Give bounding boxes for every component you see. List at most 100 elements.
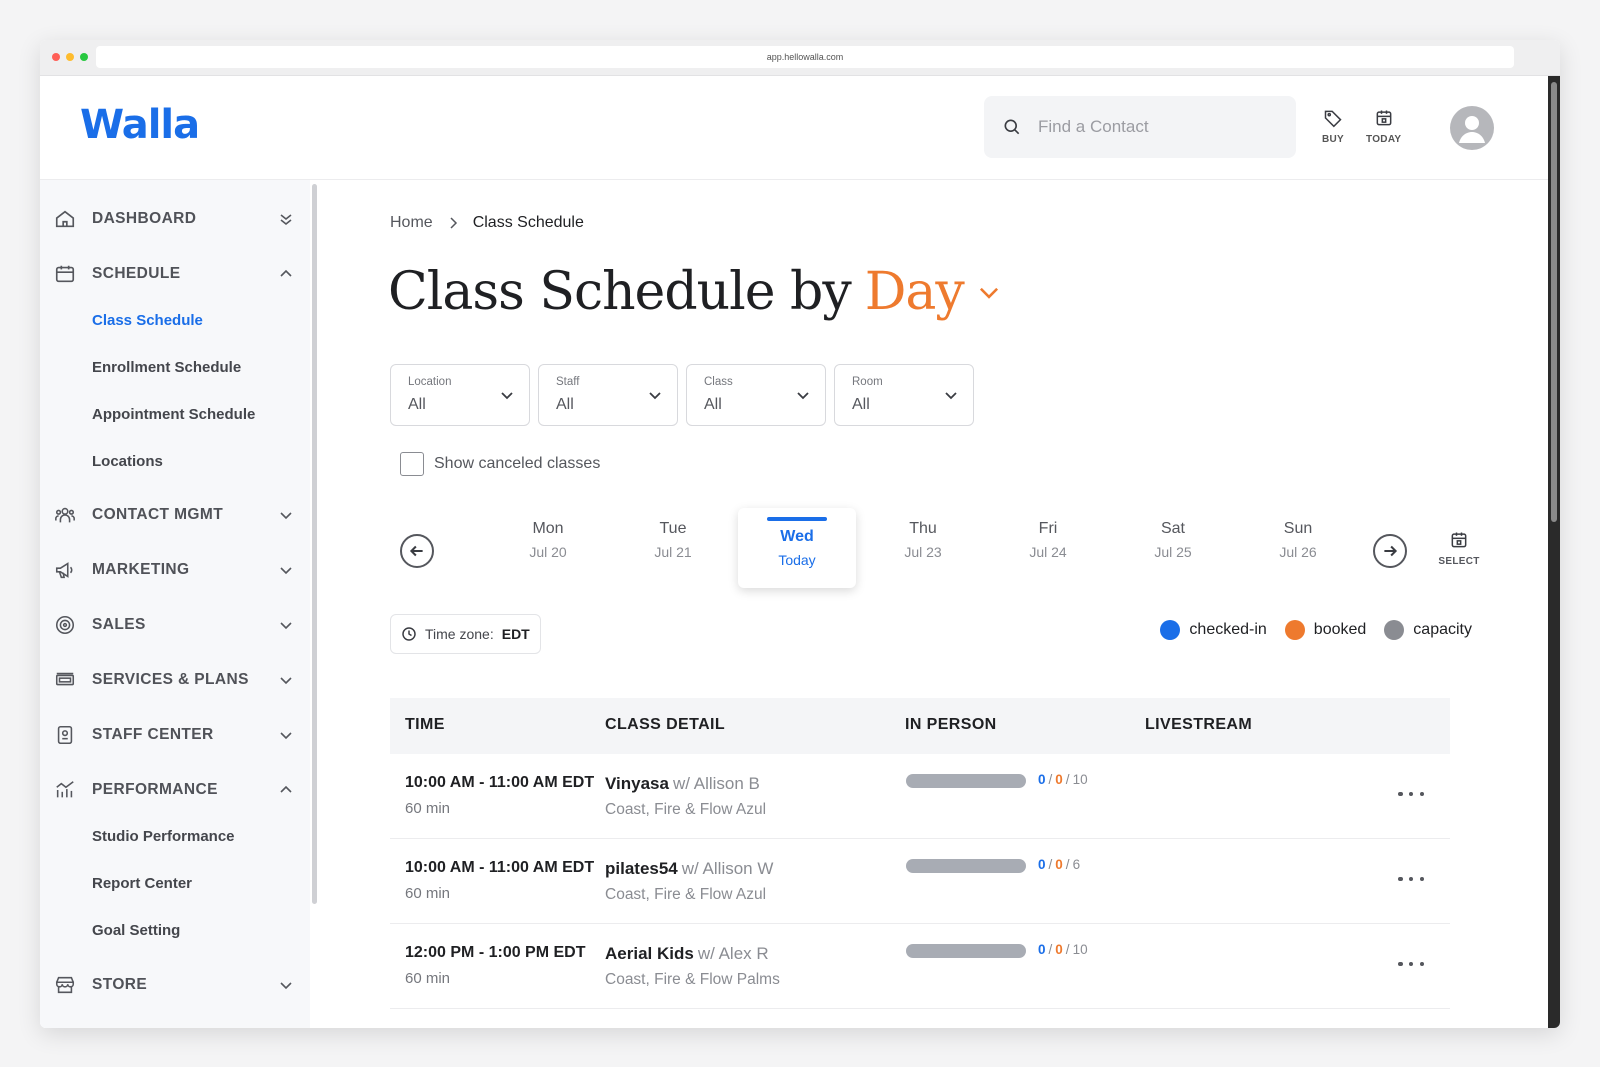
table-row[interactable]: 10:00 AM - 11:00 AM EDT 60 min Vinyasa w/… (390, 754, 1450, 839)
day-mon[interactable]: Mon Jul 20 (498, 520, 598, 560)
nav-contact-mgmt[interactable]: CONTACT MGMT (54, 500, 300, 530)
maximize-window-button[interactable] (80, 53, 88, 61)
today-button[interactable]: TODAY (1366, 108, 1401, 145)
day-sat[interactable]: Sat Jul 25 (1123, 520, 1223, 560)
day-thu[interactable]: Thu Jul 23 (873, 520, 973, 560)
chevron-up-icon (280, 269, 292, 277)
class-duration: 60 min (405, 800, 451, 817)
select-date-button[interactable]: SELECT (1434, 530, 1484, 567)
room-filter[interactable]: Room All (834, 364, 974, 426)
chevron-up-icon (280, 785, 292, 793)
nav-dashboard[interactable]: DASHBOARD (54, 204, 300, 234)
attendance-count: 0/0/10 (1038, 942, 1088, 957)
chevron-down-icon (649, 392, 661, 400)
timezone-label: Time zone: (425, 626, 494, 642)
class-filter[interactable]: Class All (686, 364, 826, 426)
class-name[interactable]: pilates54 (605, 859, 678, 878)
nav-sales[interactable]: SALES (54, 610, 300, 640)
column-header-time: TIME (405, 716, 445, 733)
tag-icon (1324, 110, 1342, 128)
class-name[interactable]: Aerial Kids (605, 944, 694, 963)
nav-marketing-label: MARKETING (92, 561, 190, 578)
staff-filter[interactable]: Staff All (538, 364, 678, 426)
sidebar-item-class-schedule[interactable]: Class Schedule (92, 312, 203, 329)
nav-performance[interactable]: PERFORMANCE (54, 775, 300, 805)
day-wed-selected[interactable]: Wed Today (738, 508, 856, 588)
nav-schedule[interactable]: SCHEDULE (54, 259, 300, 289)
user-avatar[interactable] (1450, 106, 1494, 150)
chevron-down-icon (945, 392, 957, 400)
legend-capacity: capacity (1384, 620, 1472, 640)
close-window-button[interactable] (52, 53, 60, 61)
address-bar[interactable]: app.hellowalla.com (96, 46, 1514, 68)
nav-dashboard-label: DASHBOARD (92, 210, 197, 227)
sidebar-item-enrollment-schedule[interactable]: Enrollment Schedule (92, 359, 241, 376)
sidebar-item-goal-setting[interactable]: Goal Setting (92, 922, 180, 939)
row-more-button[interactable] (1398, 784, 1424, 804)
breadcrumb-current: Class Schedule (472, 214, 584, 231)
search-icon (1004, 119, 1020, 135)
today-label: TODAY (1366, 134, 1402, 145)
legend-swatch (1160, 620, 1181, 640)
sidebar-item-locations[interactable]: Locations (92, 453, 163, 470)
legend-checked-in: checked-in (1160, 620, 1267, 640)
table-row[interactable]: 12:00 PM - 1:00 PM EDT 60 min Aerial Kid… (390, 924, 1450, 1009)
nav-store[interactable]: STORE (54, 970, 300, 1000)
column-header-class-detail: CLASS DETAIL (605, 716, 726, 733)
capacity-count: 10 (1072, 772, 1088, 787)
minimize-window-button[interactable] (66, 53, 74, 61)
double-chevron-down-icon (280, 214, 292, 226)
class-name[interactable]: Vinyasa (605, 774, 669, 793)
nav-services-plans[interactable]: SERVICES & PLANS (54, 665, 300, 695)
chevron-down-icon (280, 567, 292, 575)
sidebar-item-appointment-schedule[interactable]: Appointment Schedule (92, 406, 255, 423)
staff-filter-label: Staff (556, 376, 580, 388)
row-more-button[interactable] (1398, 954, 1424, 974)
prev-week-button[interactable] (400, 534, 434, 568)
day-date: Jul 25 (1154, 544, 1192, 560)
nav-sales-label: SALES (92, 616, 146, 633)
table-row[interactable]: 10:00 AM - 11:00 AM EDT 60 min pilates54… (390, 839, 1450, 924)
home-icon (55, 210, 75, 228)
sidebar-item-report-center[interactable]: Report Center (92, 875, 192, 892)
booked-count: 0 (1055, 942, 1063, 957)
class-detail: pilates54 w/ Allison W (605, 859, 773, 879)
sidebar-item-studio-performance[interactable]: Studio Performance (92, 828, 235, 845)
walla-logo[interactable]: Walla (80, 102, 200, 148)
chevron-right-icon (450, 217, 457, 229)
next-week-button[interactable] (1373, 534, 1407, 568)
contact-search[interactable] (984, 96, 1296, 158)
search-input[interactable] (1038, 117, 1268, 137)
timezone-selector[interactable]: Time zone: EDT (390, 614, 541, 654)
show-canceled-checkbox[interactable] (400, 452, 424, 476)
row-more-button[interactable] (1398, 869, 1424, 889)
location-filter[interactable]: Location All (390, 364, 530, 426)
buy-button[interactable]: BUY (1322, 108, 1344, 145)
breadcrumb-home[interactable]: Home (390, 214, 433, 232)
class-duration: 60 min (405, 885, 451, 902)
day-name: Wed (780, 528, 814, 545)
day-date: Jul 21 (654, 544, 692, 560)
nav-services-plans-label: SERVICES & PLANS (92, 671, 249, 688)
megaphone-icon (55, 562, 73, 579)
nav-marketing[interactable]: MARKETING (54, 555, 300, 585)
column-header-in-person: IN PERSON (905, 716, 997, 733)
page-scrollbar[interactable] (1548, 76, 1560, 1028)
show-canceled-toggle[interactable]: Show canceled classes (400, 452, 600, 476)
page-scrollbar-thumb[interactable] (1551, 82, 1557, 522)
chevron-down-icon[interactable] (976, 279, 1002, 305)
view-mode-selector[interactable]: Day (865, 262, 965, 322)
day-date: Jul 23 (904, 544, 942, 560)
show-canceled-label: Show canceled classes (434, 455, 601, 472)
class-filter-value: All (704, 396, 722, 413)
day-tue[interactable]: Tue Jul 21 (623, 520, 723, 560)
day-fri[interactable]: Fri Jul 24 (998, 520, 1098, 560)
day-sun[interactable]: Sun Jul 26 (1248, 520, 1348, 560)
legend-label: capacity (1413, 621, 1472, 638)
day-name: Sat (1160, 520, 1185, 537)
chevron-down-icon (280, 512, 292, 520)
app: Walla BUY TODAY DASHBOARD (40, 76, 1548, 1028)
nav-staff-center[interactable]: STAFF CENTER (54, 720, 300, 750)
sidebar-scrollbar[interactable] (312, 184, 317, 904)
people-icon (55, 507, 75, 523)
